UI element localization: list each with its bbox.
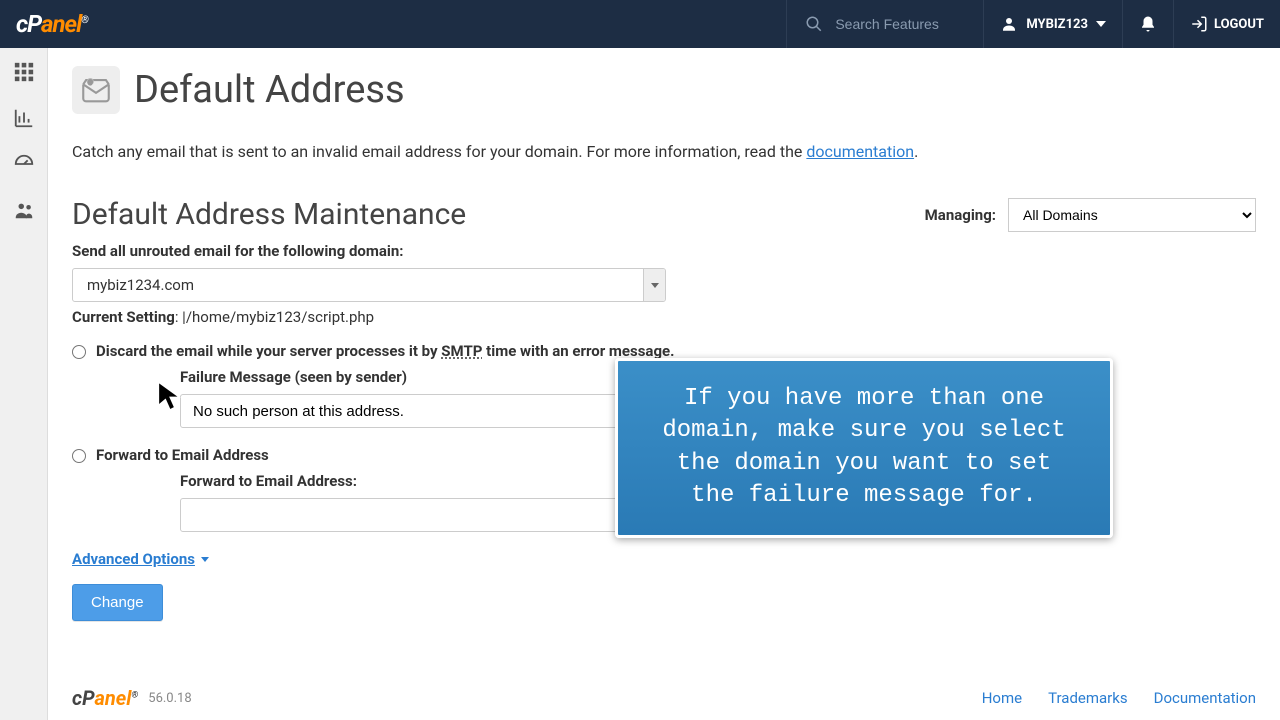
cpanel-logo[interactable]: cPanel® [16, 10, 88, 38]
domain-select-value: mybiz1234.com [87, 276, 194, 294]
footer-logo[interactable]: cPanel® [72, 686, 138, 710]
documentation-link[interactable]: documentation [806, 142, 914, 161]
advanced-options-toggle[interactable]: Advanced Options [72, 550, 209, 568]
footer: cPanel® 56.0.18 Home Trademarks Document… [48, 686, 1280, 710]
search-section [786, 0, 983, 48]
sidebar-dashboard-icon[interactable] [12, 152, 36, 176]
discard-radio-label[interactable]: Discard the email while your server proc… [96, 342, 674, 360]
footer-link-trademarks[interactable]: Trademarks [1048, 689, 1128, 707]
footer-link-documentation[interactable]: Documentation [1154, 689, 1256, 707]
notifications-button[interactable] [1122, 0, 1173, 48]
bell-icon [1139, 15, 1157, 33]
managing-label: Managing: [925, 206, 996, 224]
discard-radio[interactable] [72, 345, 86, 359]
current-setting: Current Setting: |/home/mybiz123/script.… [72, 308, 1256, 326]
user-menu[interactable]: MYBIZ123 [983, 0, 1122, 48]
intro-text: Catch any email that is sent to an inval… [72, 142, 1256, 161]
sidebar-users-icon[interactable] [12, 198, 36, 222]
instructional-callout: If you have more than one domain, make s… [615, 358, 1113, 538]
section-title: Default Address Maintenance [72, 197, 925, 232]
domain-field-label: Send all unrouted email for the followin… [72, 242, 1256, 260]
search-input[interactable] [835, 16, 965, 32]
sidebar-apps-icon[interactable] [12, 60, 36, 84]
managing-select[interactable]: All Domains [1008, 198, 1256, 232]
caret-down-icon [201, 557, 209, 562]
logout-button[interactable]: LOGOUT [1173, 0, 1264, 48]
forward-radio-label[interactable]: Forward to Email Address [96, 446, 269, 464]
page-icon: @ [72, 66, 120, 114]
logout-label: LOGOUT [1214, 17, 1264, 32]
chevron-down-icon [1096, 21, 1106, 27]
search-icon [805, 15, 823, 33]
top-header: cPanel® MYBIZ123 LOGOUT [0, 0, 1280, 48]
domain-select[interactable]: mybiz1234.com [72, 268, 666, 302]
logout-icon [1190, 15, 1208, 33]
forward-radio[interactable] [72, 449, 86, 463]
svg-text:@: @ [88, 81, 92, 86]
footer-link-home[interactable]: Home [982, 689, 1022, 707]
change-button[interactable]: Change [72, 584, 163, 621]
page-title: Default Address [134, 68, 405, 112]
version-label: 56.0.18 [148, 691, 191, 706]
chevron-down-icon [643, 269, 665, 301]
sidebar-stats-icon[interactable] [12, 106, 36, 130]
user-icon [1000, 15, 1018, 33]
username-label: MYBIZ123 [1026, 17, 1088, 32]
sidebar [0, 48, 48, 720]
